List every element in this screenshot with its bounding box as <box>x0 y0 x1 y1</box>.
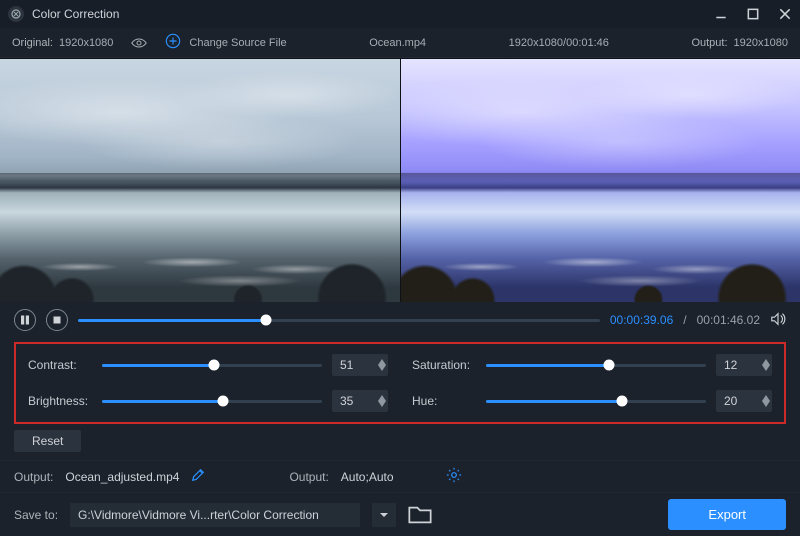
save-to-label: Save to: <box>14 508 58 522</box>
edit-filename-icon[interactable] <box>191 468 205 485</box>
output-settings-icon[interactable] <box>446 467 462 486</box>
brightness-label: Brightness: <box>28 394 92 408</box>
stop-button[interactable] <box>46 309 68 331</box>
contrast-slider[interactable] <box>102 358 322 372</box>
brightness-value: 35 <box>340 394 353 408</box>
contrast-label: Contrast: <box>28 358 92 372</box>
output-file-label: Output: <box>14 470 53 484</box>
time-current: 00:00:39.06 <box>610 313 673 327</box>
app-logo-icon <box>8 6 24 22</box>
pause-button[interactable] <box>14 309 36 331</box>
hue-spinner[interactable]: 20 <box>716 390 772 412</box>
file-info: 1920x1080/00:01:46 <box>509 37 609 49</box>
change-source-label: Change Source File <box>189 37 286 49</box>
save-path-value: G:\Vidmore\Vidmore Vi...rter\Color Corre… <box>78 508 319 522</box>
brightness-slider[interactable] <box>102 394 322 408</box>
volume-icon[interactable] <box>770 311 786 330</box>
info-bar: Original: 1920x1080 Change Source File O… <box>0 28 800 58</box>
contrast-value: 51 <box>340 358 353 372</box>
titlebar: Color Correction <box>0 0 800 28</box>
hue-control: Hue: 20 <box>412 390 772 412</box>
preview-toggle-icon[interactable] <box>131 35 147 51</box>
preview-adjusted <box>400 58 800 302</box>
brightness-control: Brightness: 35 <box>28 390 388 412</box>
spinner-arrows[interactable] <box>378 359 386 371</box>
progress-fill <box>78 319 266 322</box>
hue-slider[interactable] <box>486 394 706 408</box>
reset-row: Reset <box>0 424 800 454</box>
export-button[interactable]: Export <box>668 499 786 530</box>
adjustments-panel: Contrast: 51 Saturation: 12 Brightness: <box>14 342 786 424</box>
output-res-label: Output: <box>691 37 727 49</box>
original-label: Original: <box>12 37 53 49</box>
output-file-row: Output: Ocean_adjusted.mp4 Output: Auto;… <box>0 460 800 492</box>
contrast-control: Contrast: 51 <box>28 354 388 376</box>
saturation-spinner[interactable]: 12 <box>716 354 772 376</box>
plus-circle-icon <box>165 33 181 52</box>
maximize-button[interactable] <box>746 7 760 21</box>
output-format-label: Output: <box>289 470 328 484</box>
preview-original <box>0 58 400 302</box>
output-file-name: Ocean_adjusted.mp4 <box>65 470 179 484</box>
hue-label: Hue: <box>412 394 476 408</box>
preview-panes <box>0 58 800 302</box>
saturation-value: 12 <box>724 358 737 372</box>
output-format-value: Auto;Auto <box>341 470 394 484</box>
transport-bar: 00:00:39.06 / 00:01:46.02 <box>0 302 800 338</box>
minimize-button[interactable] <box>714 7 728 21</box>
saturation-label: Saturation: <box>412 358 476 372</box>
reset-button[interactable]: Reset <box>14 430 81 452</box>
titlebar-left: Color Correction <box>8 6 119 22</box>
save-row: Save to: G:\Vidmore\Vidmore Vi...rter\Co… <box>0 492 800 536</box>
brightness-spinner[interactable]: 35 <box>332 390 388 412</box>
progress-slider[interactable] <box>78 312 600 328</box>
contrast-spinner[interactable]: 51 <box>332 354 388 376</box>
spinner-arrows[interactable] <box>762 395 770 407</box>
spinner-arrows[interactable] <box>762 359 770 371</box>
original-resolution: 1920x1080 <box>59 37 113 49</box>
saturation-slider[interactable] <box>486 358 706 372</box>
hue-value: 20 <box>724 394 737 408</box>
saturation-control: Saturation: 12 <box>412 354 772 376</box>
change-source-group[interactable]: Change Source File <box>165 33 286 52</box>
window-title: Color Correction <box>32 7 119 21</box>
progress-thumb[interactable] <box>260 315 271 326</box>
window-controls <box>714 7 792 21</box>
spinner-arrows[interactable] <box>378 395 386 407</box>
close-button[interactable] <box>778 7 792 21</box>
time-sep: / <box>683 313 686 327</box>
time-total: 00:01:46.02 <box>697 313 760 327</box>
source-filename: Ocean.mp4 <box>369 37 426 49</box>
output-resolution: 1920x1080 <box>734 37 788 49</box>
